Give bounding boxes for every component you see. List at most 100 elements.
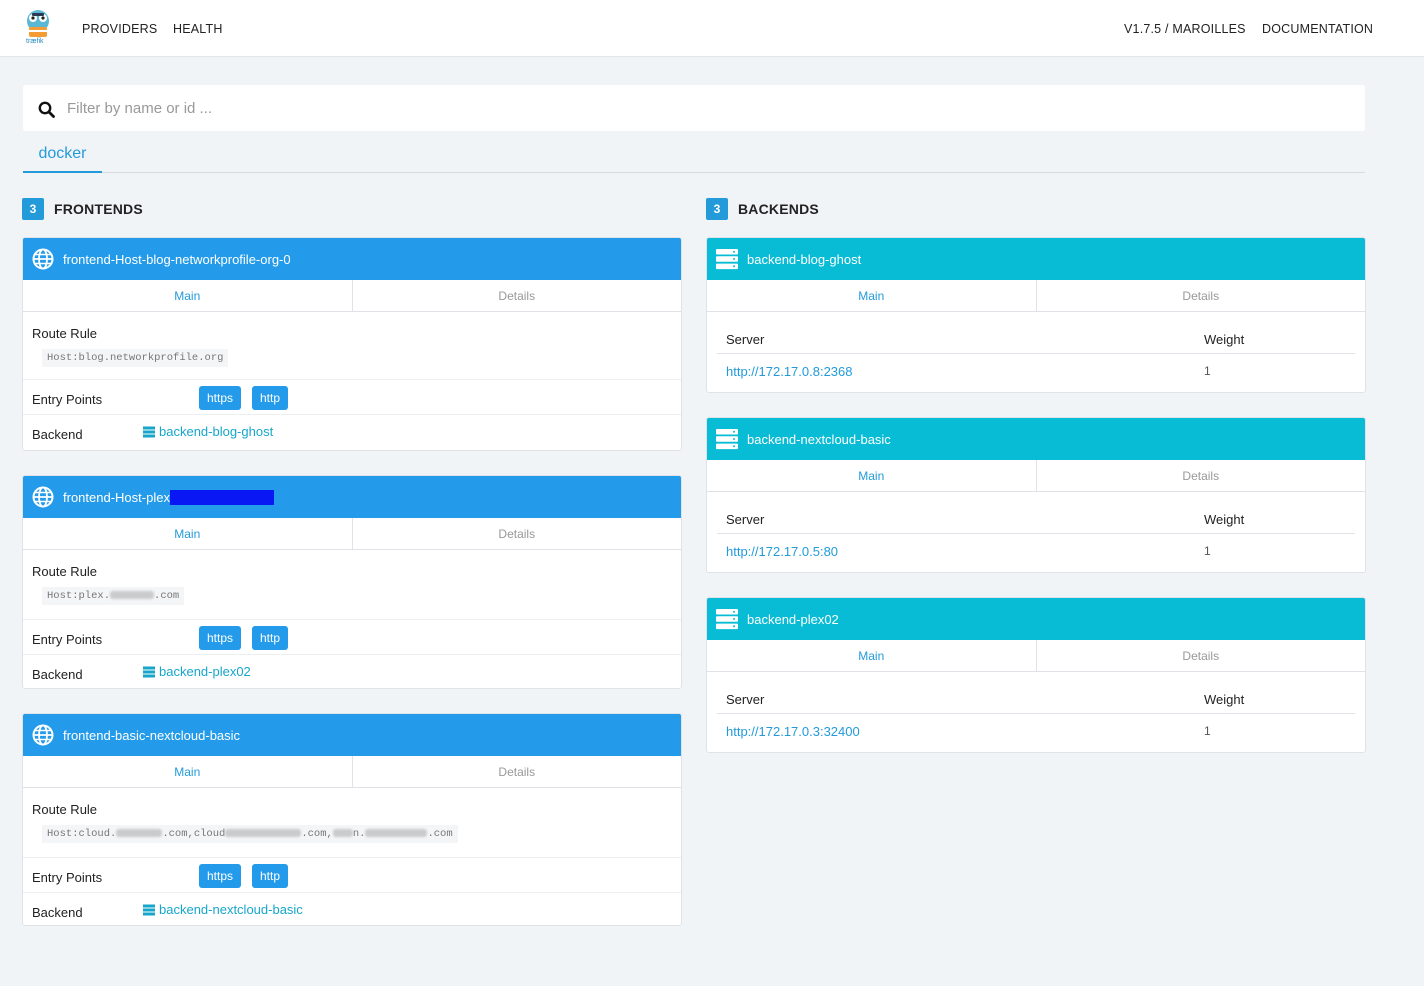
server-url-link[interactable]: http://172.17.0.5:80 [726,544,838,559]
frontends-header: 3 FRONTENDS [22,198,143,220]
backend-label: Backend [32,905,83,920]
server-row: http://172.17.0.5:80 1 [717,534,1355,569]
blurred-text [332,829,353,838]
tab-main[interactable]: Main [23,518,353,549]
route-rule-suffix: .com [154,590,180,602]
search-icon [38,101,55,118]
filter-input[interactable] [67,95,1347,121]
globe-icon [32,486,54,508]
backend-label: Backend [32,427,83,442]
backend-card-header: backend-plex02 [707,598,1365,640]
server-column-header: Server [726,692,765,707]
route-rule-part: .com,cloud [162,828,226,840]
entry-points-label: Entry Points [32,632,103,647]
backend-link-text: backend-plex02 [159,664,251,679]
server-icon [716,429,738,450]
backend-name: backend-plex02 [747,611,839,627]
route-rule-value: Host:blog.networkprofile.org [42,349,229,367]
route-rule-row: Route Rule Host:plex. .com [23,550,681,620]
backend-card-header: backend-nextcloud-basic [707,418,1365,460]
server-table-header: Server Weight [717,492,1355,534]
tab-main[interactable]: Main [707,460,1037,491]
tab-details[interactable]: Details [1036,460,1365,491]
route-rule-prefix: Host:plex. [47,590,111,602]
backends-header: 3 BACKENDS [706,198,819,220]
server-column-header: Server [726,332,765,347]
tab-main[interactable]: Main [23,756,353,787]
nav-health[interactable]: HEALTH [173,22,223,36]
frontend-name: frontend-Host-plex [63,489,170,505]
server-icon [143,426,155,437]
route-rule-part: n. [352,828,366,840]
server-url-link[interactable]: http://172.17.0.8:2368 [726,364,853,379]
filter-bar [23,85,1365,131]
entry-points-row: Entry Points https http [23,858,681,893]
tab-details[interactable]: Details [352,280,681,311]
backend-card-tabs: Main Details [707,280,1365,312]
route-rule-value: Host:plex. .com [42,587,185,605]
backend-name: backend-blog-ghost [747,251,862,267]
backends-count-badge: 3 [706,198,728,220]
weight-column-header: Weight [1204,332,1245,347]
backend-row: Backend backend-nextcloud-basic [23,893,681,925]
backend-card: backend-plex02 Main Details Server Weigh… [706,597,1366,753]
tab-details[interactable]: Details [352,756,681,787]
tab-docker[interactable]: docker [23,140,102,173]
server-url-link[interactable]: http://172.17.0.3:32400 [726,724,860,739]
backend-link[interactable]: backend-nextcloud-basic [143,902,303,917]
entry-points-row: Entry Points https http [23,620,681,655]
route-rule-label: Route Rule [32,326,98,341]
redaction-box [169,489,274,505]
provider-tabs: docker [23,140,1365,173]
frontend-card: frontend-Host-blog-networkprofile-org-0 … [22,237,682,451]
globe-icon [32,724,54,746]
server-row: http://172.17.0.3:32400 1 [717,714,1355,749]
frontend-card-header: frontend-basic-nextcloud-basic [23,714,681,756]
entry-points-row: Entry Points https http [23,380,681,415]
server-row: http://172.17.0.8:2368 1 [717,354,1355,389]
backend-link[interactable]: backend-plex02 [143,664,251,679]
tab-main[interactable]: Main [707,280,1037,311]
backend-link[interactable]: backend-blog-ghost [143,424,273,439]
frontend-card-header: frontend-Host-plex [23,476,681,518]
nav-version[interactable]: V1.7.5 / MAROILLES [1124,22,1246,36]
server-icon [143,904,155,915]
entry-points-label: Entry Points [32,392,103,407]
weight-column-header: Weight [1204,692,1245,707]
tab-details[interactable]: Details [352,518,681,549]
route-rule-label: Route Rule [32,564,98,579]
blurred-text [110,591,155,600]
entry-point-http: http [252,626,289,650]
frontends-count-badge: 3 [22,198,44,220]
nav-providers[interactable]: PROVIDERS [82,22,157,36]
tab-details[interactable]: Details [1036,640,1365,671]
route-rule-part: .com [427,828,453,840]
backend-link-text: backend-blog-ghost [159,424,274,439]
entry-point-https: https [199,864,242,888]
traefik-logo[interactable]: træfik [23,7,53,49]
entry-point-http: http [252,864,289,888]
server-icon [716,609,738,630]
server-weight: 1 [1204,364,1211,378]
server-table-header: Server Weight [717,312,1355,354]
frontend-card-header: frontend-Host-blog-networkprofile-org-0 [23,238,681,280]
route-rule-label: Route Rule [32,802,98,817]
tab-main[interactable]: Main [707,640,1037,671]
nav-documentation[interactable]: DOCUMENTATION [1262,22,1373,36]
blurred-text [225,829,302,838]
backend-card-tabs: Main Details [707,460,1365,492]
entry-point-https: https [199,386,242,410]
tab-details[interactable]: Details [1036,280,1365,311]
weight-column-header: Weight [1204,512,1245,527]
globe-icon [32,248,54,270]
frontend-card-tabs: Main Details [23,518,681,550]
entry-points-label: Entry Points [32,870,103,885]
tab-main[interactable]: Main [23,280,353,311]
entry-point-http: http [252,386,289,410]
backend-name: backend-nextcloud-basic [747,431,891,447]
backend-link-text: backend-nextcloud-basic [159,902,303,917]
server-column-header: Server [726,512,765,527]
frontends-title: FRONTENDS [54,201,143,217]
route-rule-row: Route Rule Host:cloud. .com,cloud .com, n..… [23,788,681,858]
frontend-card: frontend-Host-plex Main Details Route Ru… [22,475,682,689]
